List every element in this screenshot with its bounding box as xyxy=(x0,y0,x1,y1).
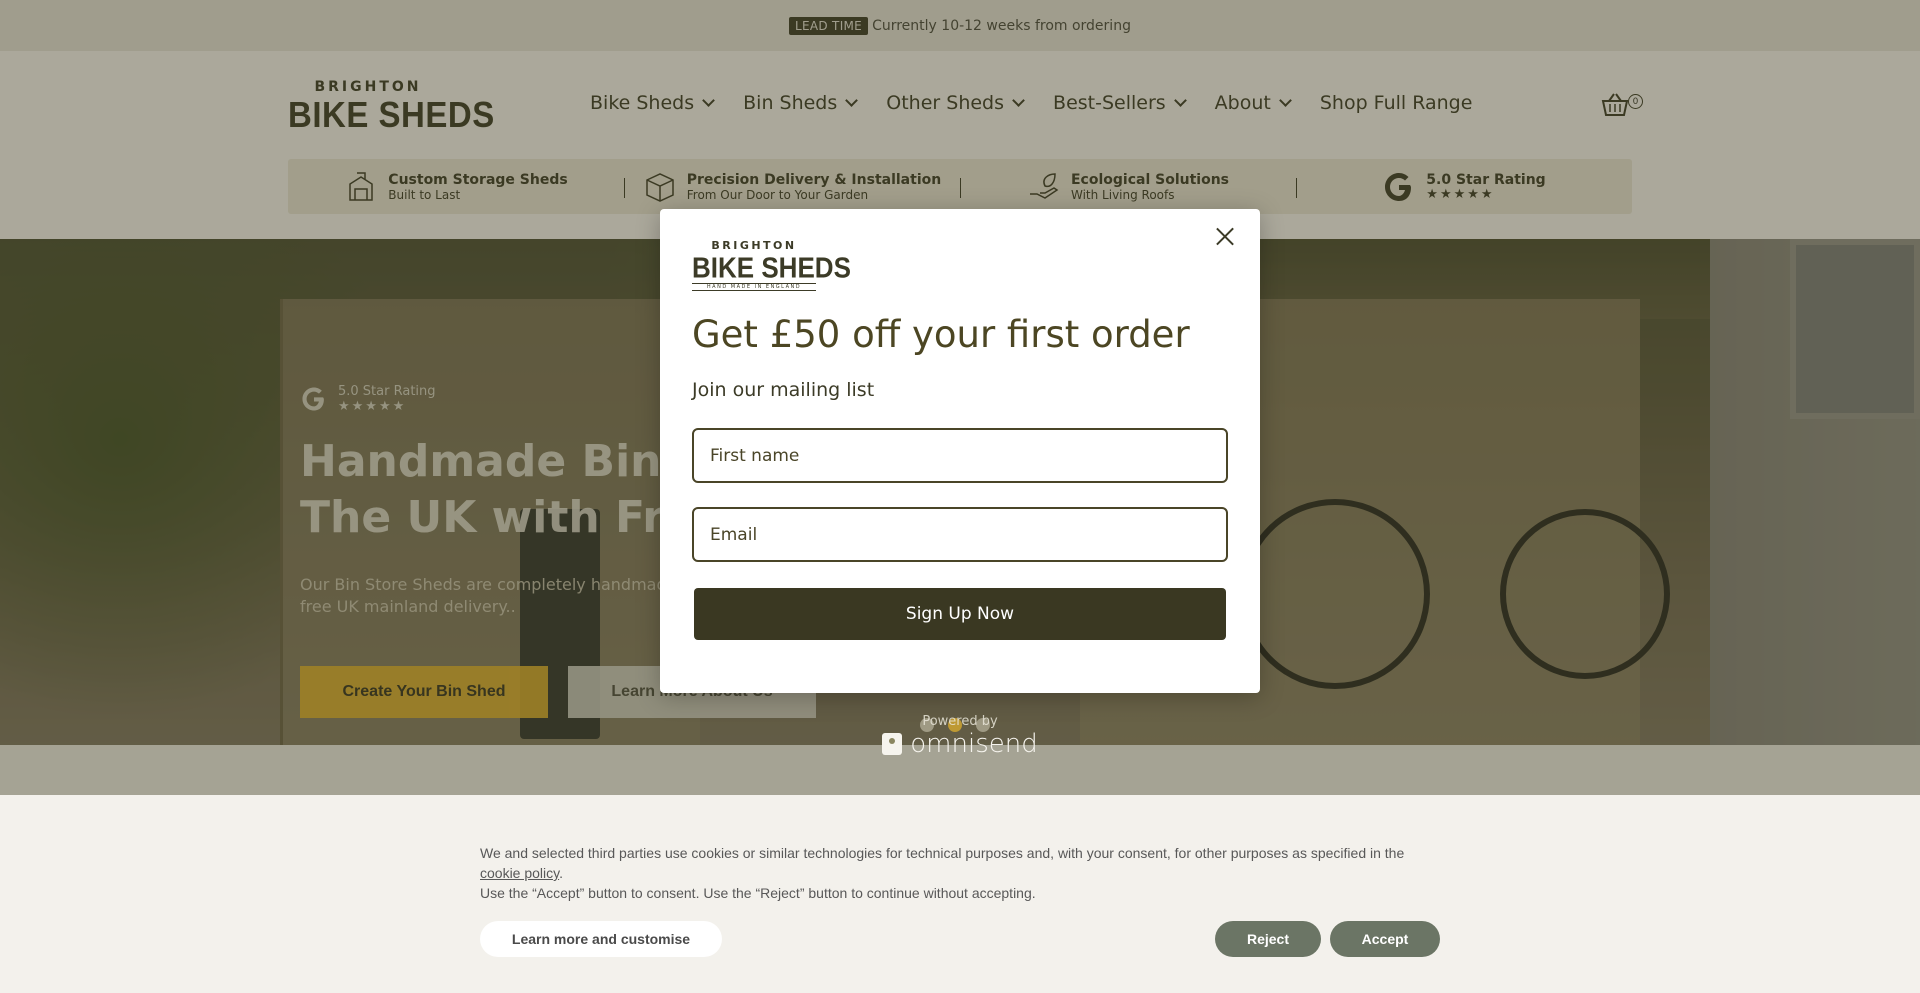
accept-button[interactable]: Accept xyxy=(1330,921,1440,957)
cookie-text: We and selected third parties use cookie… xyxy=(480,843,1420,903)
powered-by-omnisend[interactable]: Powered by omnisend xyxy=(880,714,1040,759)
popup-heading: Get £50 off your first order xyxy=(692,313,1190,356)
logo-tagline: HAND MADE IN ENGLAND xyxy=(692,283,816,291)
cookie-text-line: Use the “Accept” button to consent. Use … xyxy=(480,885,1036,901)
learn-more-customise-button[interactable]: Learn more and customise xyxy=(480,921,722,957)
omnisend-brand: omnisend xyxy=(880,729,1040,759)
cookie-banner: We and selected third parties use cookie… xyxy=(0,795,1920,993)
omnisend-logo-icon xyxy=(882,733,903,755)
omnisend-text: omnisend xyxy=(910,729,1038,759)
powered-by-label: Powered by xyxy=(922,714,998,729)
close-icon[interactable] xyxy=(1212,223,1238,249)
logo-big-text: BIKE SHEDS xyxy=(692,250,851,284)
popup-logo: BRIGHTON BIKE SHEDS HAND MADE IN ENGLAND xyxy=(692,239,851,291)
sign-up-button[interactable]: Sign Up Now xyxy=(694,588,1226,640)
email-field[interactable] xyxy=(692,507,1228,562)
reject-button[interactable]: Reject xyxy=(1215,921,1321,957)
cookie-policy-link[interactable]: cookie policy xyxy=(480,865,559,881)
first-name-field[interactable] xyxy=(692,428,1228,483)
newsletter-popup: BRIGHTON BIKE SHEDS HAND MADE IN ENGLAND… xyxy=(660,209,1260,693)
cookie-text-line: We and selected third parties use cookie… xyxy=(480,845,1405,861)
popup-subheading: Join our mailing list xyxy=(692,379,875,401)
cookie-period: . xyxy=(559,865,564,881)
